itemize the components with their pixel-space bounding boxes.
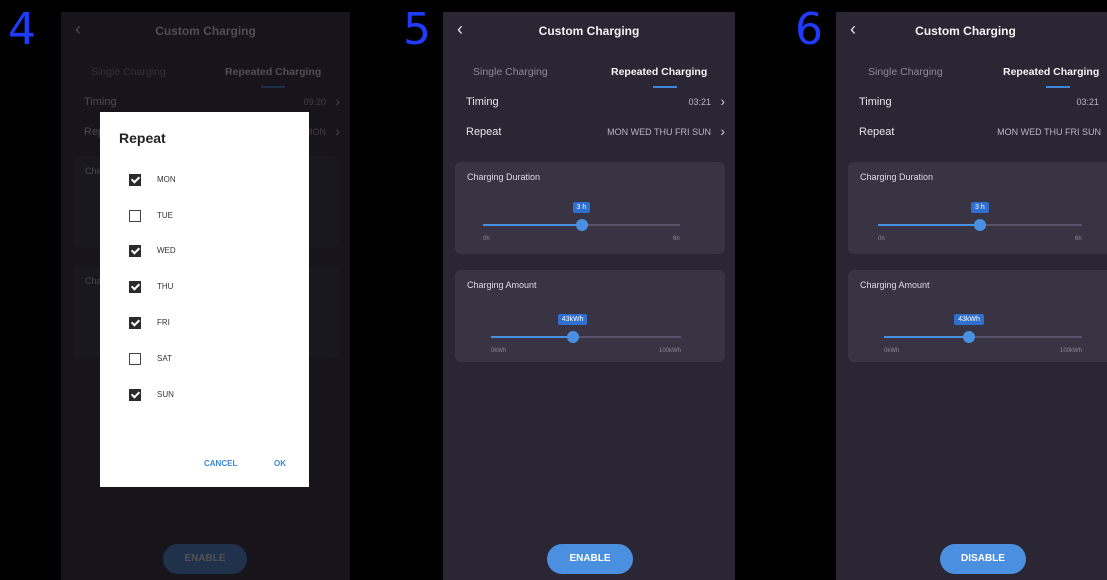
amount-slider-thumb[interactable] bbox=[963, 331, 976, 343]
tab-single-charging[interactable]: Single Charging bbox=[868, 66, 943, 78]
page-title: Custom Charging bbox=[915, 24, 1016, 38]
day-option-mon[interactable]: MON bbox=[129, 172, 249, 190]
step-number-6: 6 bbox=[795, 4, 823, 55]
checkbox[interactable] bbox=[129, 281, 141, 293]
day-option-wed[interactable]: WED bbox=[129, 243, 249, 261]
slider-value-bubble: 43kWh bbox=[954, 314, 984, 325]
slider-max-label: 6h bbox=[1075, 236, 1082, 242]
cancel-button[interactable]: CANCEL bbox=[204, 459, 237, 468]
timing-label: Timing bbox=[859, 96, 892, 108]
tab-repeated-charging[interactable]: Repeated Charging bbox=[1003, 66, 1099, 78]
day-label: TUE bbox=[157, 211, 173, 220]
phone-screen-repeat-dialog: ‹ Custom Charging Single Charging Repeat… bbox=[61, 12, 350, 580]
dialog-title: Repeat bbox=[119, 130, 166, 146]
day-option-sat[interactable]: SAT bbox=[129, 351, 249, 369]
title-bar: ‹ Custom Charging bbox=[443, 12, 735, 50]
checkbox[interactable] bbox=[129, 174, 141, 186]
slider-max-label: 6h bbox=[673, 236, 680, 242]
day-option-sun[interactable]: SUN bbox=[129, 387, 249, 405]
slider-track-fill bbox=[491, 336, 573, 338]
charging-amount-label: Charging Amount bbox=[860, 280, 930, 290]
timing-row[interactable]: Timing 03:21 bbox=[836, 88, 1107, 118]
checkbox[interactable] bbox=[129, 353, 141, 365]
charging-amount-card: Charging Amount 43kWh 0kWh 100kWh bbox=[455, 270, 725, 362]
slider-track-fill bbox=[483, 224, 582, 226]
slider-track-fill bbox=[884, 336, 970, 338]
slider-min-label: 0h bbox=[483, 236, 490, 242]
day-label: SUN bbox=[157, 390, 174, 399]
charging-tabs: Single Charging Repeated Charging bbox=[836, 50, 1107, 88]
checkbox[interactable] bbox=[129, 245, 141, 257]
slider-value-bubble: 43kWh bbox=[557, 314, 588, 325]
title-bar: ‹ Custom Charging bbox=[836, 12, 1107, 50]
chevron-right-icon: › bbox=[720, 123, 725, 139]
phone-screen-disable: ‹ Custom Charging Single Charging Repeat… bbox=[836, 12, 1107, 580]
slider-min-label: 0kWh bbox=[491, 348, 507, 354]
charging-duration-label: Charging Duration bbox=[467, 172, 541, 182]
repeat-label: Repeat bbox=[466, 126, 502, 138]
amount-slider-thumb[interactable] bbox=[566, 331, 579, 343]
checkbox[interactable] bbox=[129, 317, 141, 329]
phone-screen-enable: ‹ Custom Charging Single Charging Repeat… bbox=[443, 12, 735, 580]
repeat-value: MON WED THU FRI SUN bbox=[997, 127, 1101, 137]
repeat-row[interactable]: Repeat MON WED THU FRI SUN › bbox=[443, 118, 735, 148]
repeat-dialog: Repeat MON TUE WED THU FRI SAT SUN CANCE… bbox=[100, 112, 309, 487]
charging-duration-label: Charging Duration bbox=[860, 172, 934, 182]
day-option-fri[interactable]: FRI bbox=[129, 315, 249, 333]
slider-value-bubble: 3 h bbox=[971, 202, 989, 213]
tab-repeated-charging[interactable]: Repeated Charging bbox=[611, 66, 707, 78]
day-label: FRI bbox=[157, 318, 170, 327]
slider-max-label: 100kWh bbox=[1060, 348, 1083, 354]
day-label: THU bbox=[157, 282, 174, 291]
duration-slider-thumb[interactable] bbox=[575, 219, 588, 231]
tab-single-charging[interactable]: Single Charging bbox=[473, 66, 548, 78]
repeat-label: Repeat bbox=[859, 126, 895, 138]
slider-value-bubble: 3 h bbox=[572, 202, 591, 213]
charging-tabs: Single Charging Repeated Charging bbox=[443, 50, 735, 88]
slider-track-fill bbox=[878, 224, 980, 226]
duration-slider-thumb[interactable] bbox=[974, 219, 986, 231]
charging-duration-card: Charging Duration 3 h 0h 6h bbox=[848, 162, 1107, 254]
repeat-row[interactable]: Repeat MON WED THU FRI SUN bbox=[836, 118, 1107, 148]
timing-value: 03:21 bbox=[688, 97, 711, 107]
step-number-5: 5 bbox=[403, 4, 431, 55]
timing-value: 03:21 bbox=[1076, 97, 1099, 107]
charging-amount-label: Charging Amount bbox=[467, 280, 537, 290]
checkbox[interactable] bbox=[129, 210, 141, 222]
step-number-4: 4 bbox=[8, 4, 36, 55]
slider-max-label: 100kWh bbox=[659, 348, 682, 354]
day-option-tue[interactable]: TUE bbox=[129, 208, 249, 226]
day-option-thu[interactable]: THU bbox=[129, 279, 249, 297]
ok-button[interactable]: OK bbox=[274, 459, 286, 468]
timing-label: Timing bbox=[466, 96, 499, 108]
timing-row[interactable]: Timing 03:21 › bbox=[443, 88, 735, 118]
enable-button[interactable]: ENABLE bbox=[547, 544, 633, 574]
day-label: SAT bbox=[157, 354, 172, 363]
day-label: MON bbox=[157, 175, 176, 184]
slider-min-label: 0h bbox=[878, 236, 885, 242]
disable-button[interactable]: DISABLE bbox=[940, 544, 1026, 574]
slider-min-label: 0kWh bbox=[884, 348, 900, 354]
repeat-value: MON WED THU FRI SUN bbox=[607, 127, 711, 137]
page-title: Custom Charging bbox=[538, 24, 640, 38]
charging-amount-card: Charging Amount 43kWh 0kWh 100kWh bbox=[848, 270, 1107, 362]
checkbox[interactable] bbox=[129, 389, 141, 401]
charging-duration-card: Charging Duration 3 h 0h 6h bbox=[455, 162, 725, 254]
day-label: WED bbox=[157, 246, 176, 255]
chevron-right-icon: › bbox=[720, 93, 725, 109]
